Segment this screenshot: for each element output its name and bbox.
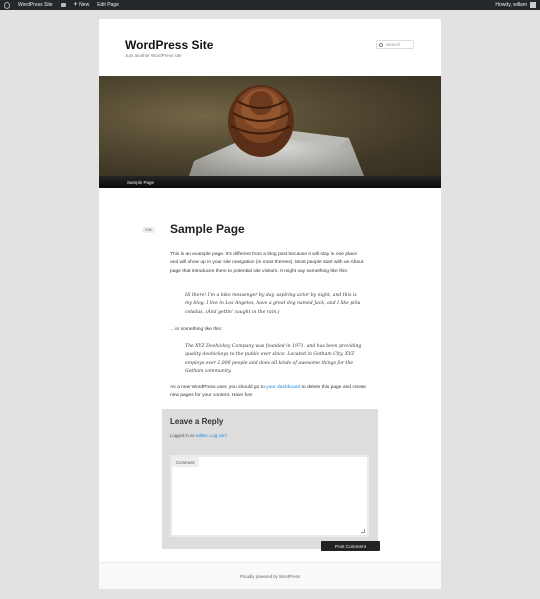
blockquote: Hi there! I'm a bike messenger by day, a… <box>185 293 361 315</box>
reply-title: Leave a Reply <box>170 417 224 426</box>
adminbar-site-name[interactable]: WordPress Site <box>14 0 57 10</box>
logged-prefix: Logged in as <box>170 433 196 438</box>
comment-label: Comment <box>172 457 199 467</box>
content-paragraph: As a new WordPress user, you should go t… <box>170 384 366 401</box>
adminbar-account[interactable]: Howdy, willam <box>491 0 540 10</box>
search-input[interactable]: Search <box>376 40 414 49</box>
dashboard-link[interactable]: your dashboard <box>266 385 300 390</box>
adminbar-edit-page[interactable]: Edit Page <box>93 0 123 10</box>
comments-icon[interactable] <box>57 0 70 10</box>
post-comment-button[interactable]: Post Comment <box>321 541 380 551</box>
page-title: Sample Page <box>170 222 245 236</box>
paragraph-text: As a new WordPress user, you should go t… <box>170 385 267 390</box>
user-link[interactable]: willam <box>196 433 208 438</box>
site-description: Just another WordPress site <box>125 53 182 58</box>
content-paragraph: This is an example page. It's different … <box>170 252 364 274</box>
content-paragraph: …or something like this: <box>170 327 223 332</box>
blockquote: The XYZ Doohickey Company was founded in… <box>185 344 362 374</box>
search-placeholder: Search <box>386 42 401 47</box>
adminbar-new[interactable]: + New <box>70 0 94 10</box>
plus-icon: + <box>73 2 78 8</box>
site-title[interactable]: WordPress Site <box>125 38 213 52</box>
search-icon <box>379 42 383 47</box>
main-nav: Sample Page <box>99 176 441 188</box>
footer-credit[interactable]: Proudly powered by WordPress <box>240 574 300 579</box>
edit-button[interactable]: Edit <box>142 227 155 233</box>
howdy-text: Howdy, willam <box>495 2 527 8</box>
nav-item-sample-page[interactable]: Sample Page <box>127 180 154 185</box>
admin-bar: WordPress Site + New Edit Page Howdy, wi… <box>0 0 540 10</box>
logout-link[interactable]: Log out? <box>210 433 227 438</box>
avatar <box>530 2 536 8</box>
resize-handle[interactable] <box>361 529 365 533</box>
footer: Proudly powered by WordPress <box>99 562 441 589</box>
adminbar-new-label: New <box>79 2 90 8</box>
wordpress-logo-icon[interactable] <box>0 0 14 10</box>
header-image <box>99 76 441 176</box>
logged-in-as: Logged in as willam. Log out? <box>170 433 227 438</box>
page: WordPress Site Just another WordPress si… <box>99 19 441 589</box>
comment-form: Leave a Reply Logged in as willam. Log o… <box>162 409 378 549</box>
comment-textarea[interactable]: Comment <box>170 455 369 537</box>
